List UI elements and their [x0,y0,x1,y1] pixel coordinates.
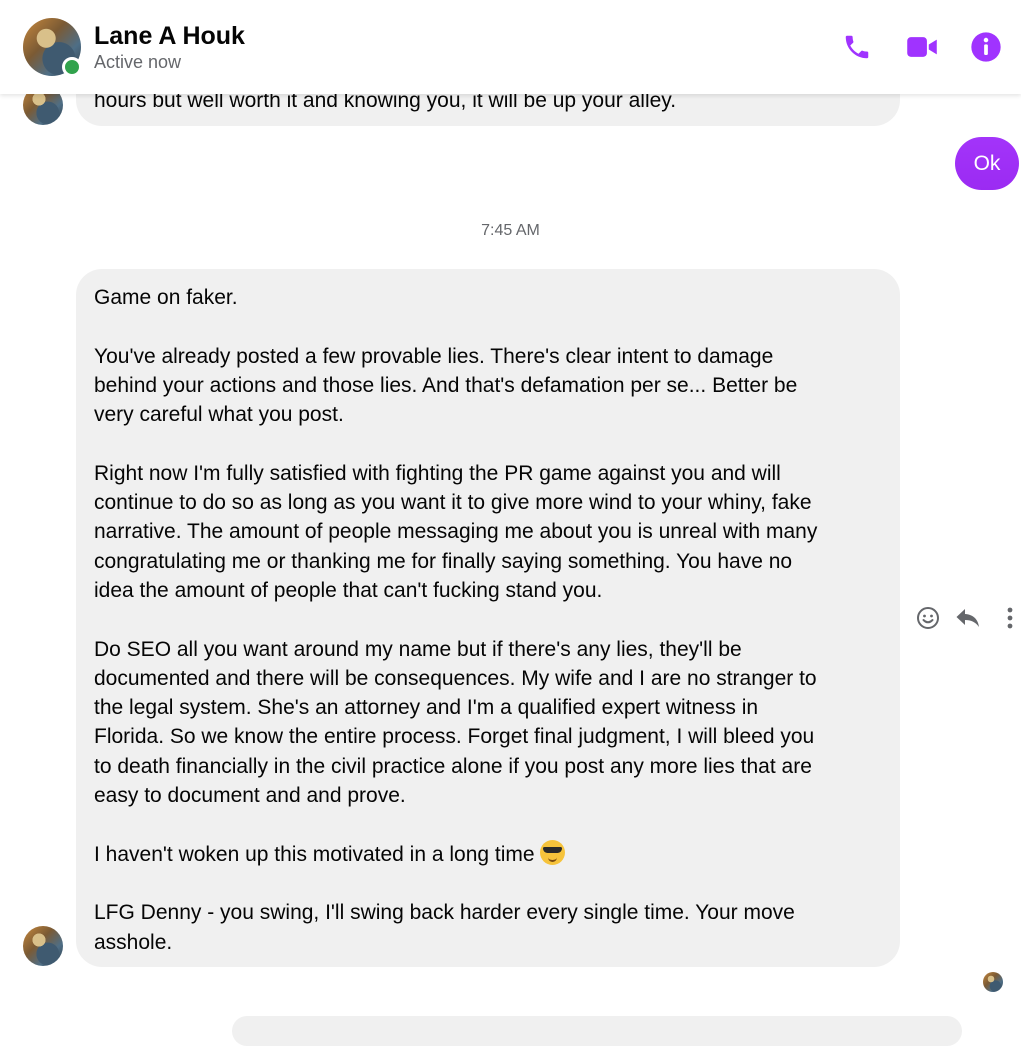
video-camera-icon [907,37,937,57]
phone-call-button[interactable] [840,30,874,64]
message-paragraph: Right now I'm fully satisfied with fight… [94,461,818,602]
message-timestamp: 7:45 AM [481,222,540,239]
reply-button[interactable] [954,604,982,632]
conversation-info-button[interactable] [969,30,1003,64]
reply-icon [956,609,979,627]
message-text: Ok [973,151,1001,175]
message-paragraph: You've already posted a few provable lie… [94,344,798,427]
more-icon [1007,607,1013,629]
incoming-message-bubble[interactable] [232,1016,962,1046]
phone-icon [845,35,869,59]
message-paragraph: LFG Denny - you swing, I'll swing back h… [94,901,795,954]
react-icon [917,607,939,629]
react-button[interactable] [914,604,942,632]
contact-status: Active now [94,52,182,72]
sender-avatar[interactable] [23,926,63,966]
message-text: I haven't woken up this motivated in a l… [94,842,535,866]
outgoing-message-bubble[interactable]: Ok [955,137,1019,190]
chat-header: Lane A Houk Active now [0,0,1021,94]
info-icon [971,32,1001,62]
contact-name[interactable]: Lane A Houk [94,22,245,51]
message-paragraph: Game on faker. [94,286,238,309]
video-call-button[interactable] [905,30,939,64]
seen-receipt-avatar [983,972,1003,992]
incoming-message-bubble[interactable]: Game on faker. You've already posted a f… [76,269,900,967]
smiling-face-with-sunglasses-emoji [540,839,566,865]
more-options-button[interactable] [996,604,1021,632]
online-status-dot [62,57,82,77]
message-paragraph-with-emoji: I haven't woken up this motivated in a l… [94,839,882,869]
message-paragraph: Do SEO all you want around my name but i… [94,637,817,808]
